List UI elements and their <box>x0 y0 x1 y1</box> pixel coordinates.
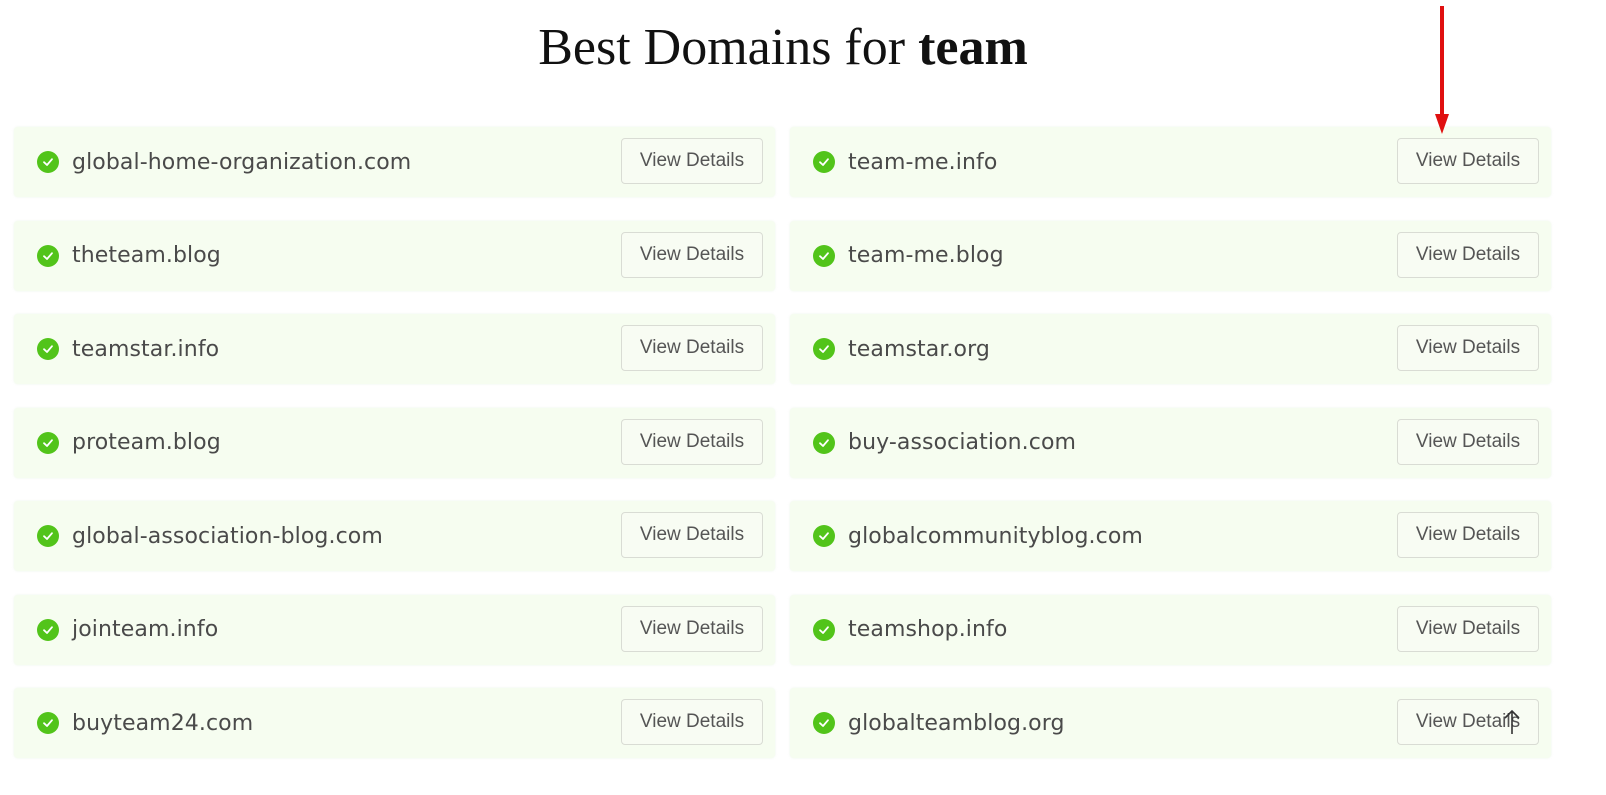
domain-card: teamstar.org View Details <box>790 314 1551 384</box>
check-circle-icon <box>813 618 835 641</box>
domain-name[interactable]: proteam.blog <box>72 430 221 455</box>
title-keyword: team <box>918 19 1028 76</box>
domain-name[interactable]: buyteam24.com <box>72 711 253 736</box>
domain-name[interactable]: jointeam.info <box>72 617 218 642</box>
view-details-button[interactable]: View Details <box>1397 418 1539 465</box>
domain-name[interactable]: teamstar.org <box>848 337 990 362</box>
view-details-button[interactable]: View Details <box>621 699 763 745</box>
domain-card: team-me.blog View Details <box>790 220 1551 291</box>
view-details-button[interactable]: View Details <box>1397 138 1539 184</box>
domain-name[interactable]: global-home-organization.com <box>72 150 411 175</box>
domain-card: buyteam24.com View Details <box>14 688 775 758</box>
domain-card: global-home-organization.com View Details <box>14 127 775 197</box>
view-details-button[interactable]: View Details <box>621 418 763 465</box>
check-circle-icon <box>37 618 59 641</box>
domain-card: globalteamblog.org View Details <box>790 688 1551 758</box>
domain-name[interactable]: global-association-blog.com <box>72 524 383 549</box>
domain-name[interactable]: globalteamblog.org <box>848 711 1065 736</box>
domain-list: global-home-organization.com View Details… <box>14 127 1552 758</box>
view-details-button[interactable]: View Details <box>1397 512 1539 558</box>
check-circle-icon <box>813 525 835 547</box>
annotation-arrow-icon <box>1435 6 1449 134</box>
domain-name[interactable]: teamstar.info <box>72 337 219 362</box>
check-circle-icon <box>813 151 835 173</box>
view-details-button[interactable]: View Details <box>1397 325 1539 371</box>
view-details-button[interactable]: View Details <box>621 138 763 184</box>
check-circle-icon <box>37 338 59 360</box>
domain-card: buy-association.com View Details <box>790 407 1551 478</box>
domain-card: globalcommunityblog.com View Details <box>790 501 1551 571</box>
domain-card: theteam.blog View Details <box>14 220 775 291</box>
domain-card: teamshop.info View Details <box>790 594 1551 665</box>
check-circle-icon <box>37 712 59 734</box>
check-circle-icon <box>813 712 835 734</box>
domain-name[interactable]: teamshop.info <box>848 617 1007 642</box>
check-circle-icon <box>813 338 835 360</box>
domain-name[interactable]: team-me.info <box>848 150 997 175</box>
domain-name[interactable]: theteam.blog <box>72 243 221 268</box>
view-details-button[interactable]: View Details <box>621 325 763 371</box>
scroll-to-top-icon[interactable] <box>1503 708 1521 734</box>
page-title: Best Domains for team <box>0 18 1566 77</box>
domain-card: teamstar.info View Details <box>14 314 775 384</box>
check-circle-icon <box>37 525 59 547</box>
domain-card: global-association-blog.com View Details <box>14 501 775 571</box>
view-details-button[interactable]: View Details <box>621 512 763 558</box>
view-details-button[interactable]: View Details <box>621 231 763 278</box>
check-circle-icon <box>37 244 59 267</box>
check-circle-icon <box>813 244 835 267</box>
view-details-button[interactable]: View Details <box>1397 231 1539 278</box>
view-details-button[interactable]: View Details <box>1397 605 1539 652</box>
domain-card: team-me.info View Details <box>790 127 1551 197</box>
check-circle-icon <box>37 151 59 173</box>
domain-name[interactable]: team-me.blog <box>848 243 1004 268</box>
check-circle-icon <box>813 431 835 454</box>
view-details-button[interactable]: View Details <box>621 605 763 652</box>
check-circle-icon <box>37 431 59 454</box>
title-prefix: Best Domains for <box>538 19 919 76</box>
domain-name[interactable]: globalcommunityblog.com <box>848 524 1143 549</box>
domain-name[interactable]: buy-association.com <box>848 430 1076 455</box>
domain-card: jointeam.info View Details <box>14 594 775 665</box>
domain-card: proteam.blog View Details <box>14 407 775 478</box>
